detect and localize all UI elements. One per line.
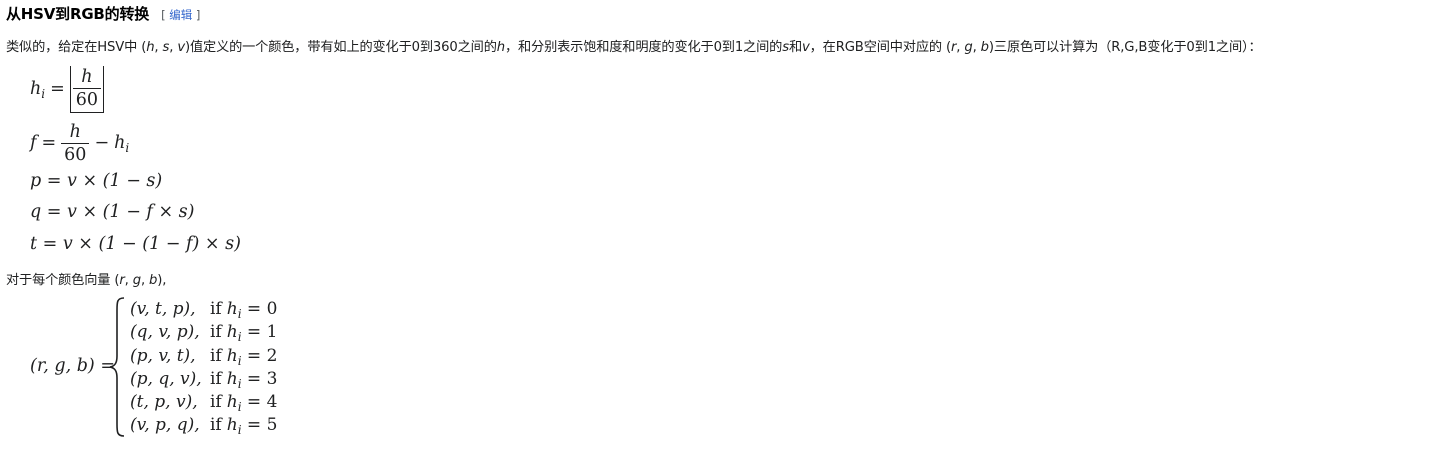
intro-text-3: ，和分别表示饱和度和明度的变化于0到1之间的 (504, 40, 783, 55)
case-row: (v, t, p), if hi = 0 (130, 298, 277, 321)
formula-var: h (114, 133, 126, 153)
intro-text-5: ，在RGB空间中对应的 ( (809, 40, 951, 55)
vector-text-1: 对于每个颜色向量 ( (6, 273, 120, 288)
intro-var-h: h (496, 40, 505, 55)
case-if: if (210, 392, 222, 413)
case-if: if (210, 368, 222, 389)
cases-list: (v, t, p), if hi = 0 (q, v, p), if hi = 1 (p… (130, 298, 277, 438)
case-var: h (226, 322, 238, 343)
formula-hi: hi = h 60 (30, 66, 105, 113)
vector-comma: , (124, 273, 133, 288)
vector-paragraph: 对于每个颜色向量 (r, g, b), (6, 269, 166, 288)
cases-lhs: (r, g, b) = (30, 356, 115, 376)
case-row: (p, v, t), if hi = 2 (130, 345, 277, 368)
edit-section-link-wrapper: [ 编辑 ] (161, 8, 200, 22)
case-tuple: (t, p, v), (130, 392, 198, 413)
formula-subscript: i (125, 141, 130, 155)
case-var: h (226, 368, 238, 389)
edit-section-link[interactable]: 编辑 (169, 8, 192, 22)
case-row: (t, p, v), if hi = 4 (130, 391, 277, 414)
section-title: 从HSV到RGB的转换 (6, 5, 150, 23)
edit-bracket-open: [ (161, 8, 166, 22)
formula-t: t = v × (1 − (1 − f) × s) (30, 234, 241, 254)
intro-var-s: s (782, 40, 789, 55)
fraction-numerator: h (69, 122, 81, 142)
vector-var-g: g (132, 273, 141, 288)
case-var: h (226, 392, 238, 413)
case-value: = 4 (241, 392, 278, 413)
intro-text-4: 和 (788, 40, 802, 55)
fraction: h 60 (72, 66, 102, 111)
section-heading: 从HSV到RGB的转换 [ 编辑 ] (6, 3, 200, 25)
case-value: = 5 (241, 415, 278, 436)
case-row: (q, v, p), if hi = 1 (130, 321, 277, 344)
intro-text-2: )值定义的一个颜色，带有如上的变化于0到360之间的 (185, 40, 497, 55)
fraction-denominator: 60 (61, 143, 90, 166)
case-var: h (226, 299, 238, 319)
case-if: if (210, 345, 222, 366)
case-tuple: (q, v, p), (130, 322, 200, 343)
case-value: = 2 (241, 345, 278, 366)
case-value: = 1 (241, 322, 278, 343)
case-condition: if hi = 5 (210, 414, 277, 442)
intro-var-v: v (801, 40, 810, 55)
intro-comma: , (972, 40, 981, 55)
formula-equals: = (50, 79, 65, 99)
edit-bracket-close: ] (195, 8, 201, 22)
intro-var-g: g (964, 40, 973, 55)
formula-f: f = h 60− hi (30, 121, 129, 166)
case-var: h (226, 415, 238, 436)
formula-q: q = v × (1 − f × s) (30, 202, 195, 222)
case-tuple: (v, t, p), (130, 299, 196, 319)
floor-bracket: h 60 (69, 66, 105, 113)
case-tuple: (p, v, t), (130, 345, 196, 366)
formula-p: p = v × (1 − s) (30, 171, 163, 191)
intro-comma: , (154, 40, 163, 55)
case-var: h (226, 345, 238, 366)
formula-minus: − (94, 133, 110, 153)
case-if: if (210, 299, 222, 319)
case-tuple: (v, p, q), (130, 415, 200, 436)
left-brace-icon (109, 297, 125, 437)
case-row: (v, p, q), if hi = 5 (130, 414, 277, 437)
intro-paragraph: 类似的，给定在HSV中 (h, s, v)值定义的一个颜色，带有如上的变化于0到… (6, 36, 1262, 55)
vector-comma: , (140, 273, 150, 288)
case-value: = 3 (241, 368, 278, 389)
case-tuple: (p, q, v), (130, 368, 202, 389)
fraction-denominator: 60 (72, 88, 102, 111)
fraction-numerator: h (81, 67, 93, 87)
fraction: h 60 (61, 121, 90, 166)
case-row: (p, q, v), if hi = 3 (130, 368, 277, 391)
formula-var: h (30, 79, 42, 99)
vector-text-2: ), (157, 273, 167, 288)
case-if: if (210, 322, 222, 343)
case-if: if (210, 415, 222, 436)
intro-text-1: 类似的，给定在HSV中 ( (6, 40, 147, 55)
intro-var-v: v (177, 40, 185, 55)
case-value: = 0 (241, 299, 278, 319)
intro-var-b: b (980, 40, 989, 55)
formula-equals: = (41, 133, 57, 153)
intro-text-6: )三原色可以计算为（R,G,B变化于0到1之间）： (988, 40, 1262, 55)
